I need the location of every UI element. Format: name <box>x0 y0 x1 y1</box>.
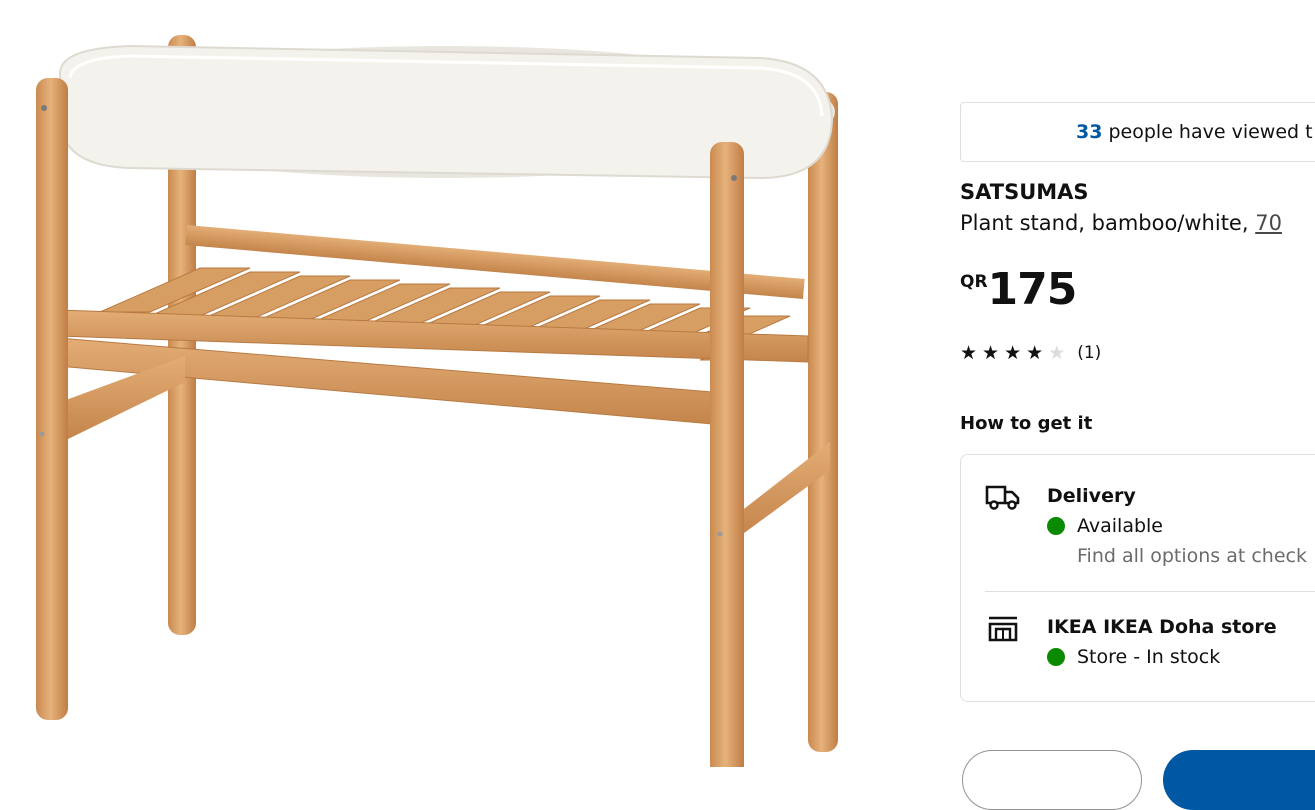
store-status-text: Store - In stock <box>1077 646 1221 668</box>
plant-stand-illustration <box>36 35 838 767</box>
store-title: IKEA IKEA Doha store <box>1047 616 1277 638</box>
rating[interactable]: ★ ★ ★ ★ ★ (1) <box>960 342 1101 364</box>
star-filled-icon: ★ <box>1026 342 1044 364</box>
delivery-status: Available <box>1047 515 1163 537</box>
product-image[interactable] <box>0 0 880 767</box>
viewed-text: people have viewed t <box>1102 121 1313 143</box>
availability-card: Delivery Available Find all options at c… <box>960 454 1315 702</box>
review-count[interactable]: (1) <box>1077 343 1101 363</box>
viewed-count: 33 <box>1076 121 1103 143</box>
truck-icon <box>985 485 1020 510</box>
rating-stars: ★ ★ ★ ★ ★ <box>960 342 1065 364</box>
star-empty-icon: ★ <box>1048 342 1066 364</box>
star-filled-icon: ★ <box>1004 342 1022 364</box>
delivery-status-text: Available <box>1077 515 1164 537</box>
how-to-get-it-heading: How to get it <box>960 413 1093 434</box>
status-dot-icon <box>1047 648 1065 666</box>
store-status: Store - In stock <box>1047 646 1220 668</box>
add-to-bag-button[interactable] <box>1163 750 1315 810</box>
delivery-note: Find all options at check <box>1077 545 1307 567</box>
price-amount: 175 <box>987 264 1078 315</box>
price-currency: QR <box>960 272 988 292</box>
divider <box>985 591 1315 592</box>
delivery-title: Delivery <box>1047 485 1136 507</box>
product-size-link[interactable]: 70 <box>1255 211 1282 235</box>
secondary-button[interactable] <box>962 750 1142 810</box>
viewed-count-banner: 33 people have viewed t <box>960 102 1315 162</box>
star-filled-icon: ★ <box>960 342 978 364</box>
star-filled-icon: ★ <box>982 342 1000 364</box>
product-description-text: Plant stand, bamboo/white, <box>960 211 1256 235</box>
product-name: SATSUMAS <box>960 180 1089 204</box>
store-icon <box>988 616 1018 642</box>
product-price: QR 175 <box>960 264 1078 315</box>
product-description: Plant stand, bamboo/white, 70 <box>960 211 1282 235</box>
status-dot-icon <box>1047 517 1065 535</box>
